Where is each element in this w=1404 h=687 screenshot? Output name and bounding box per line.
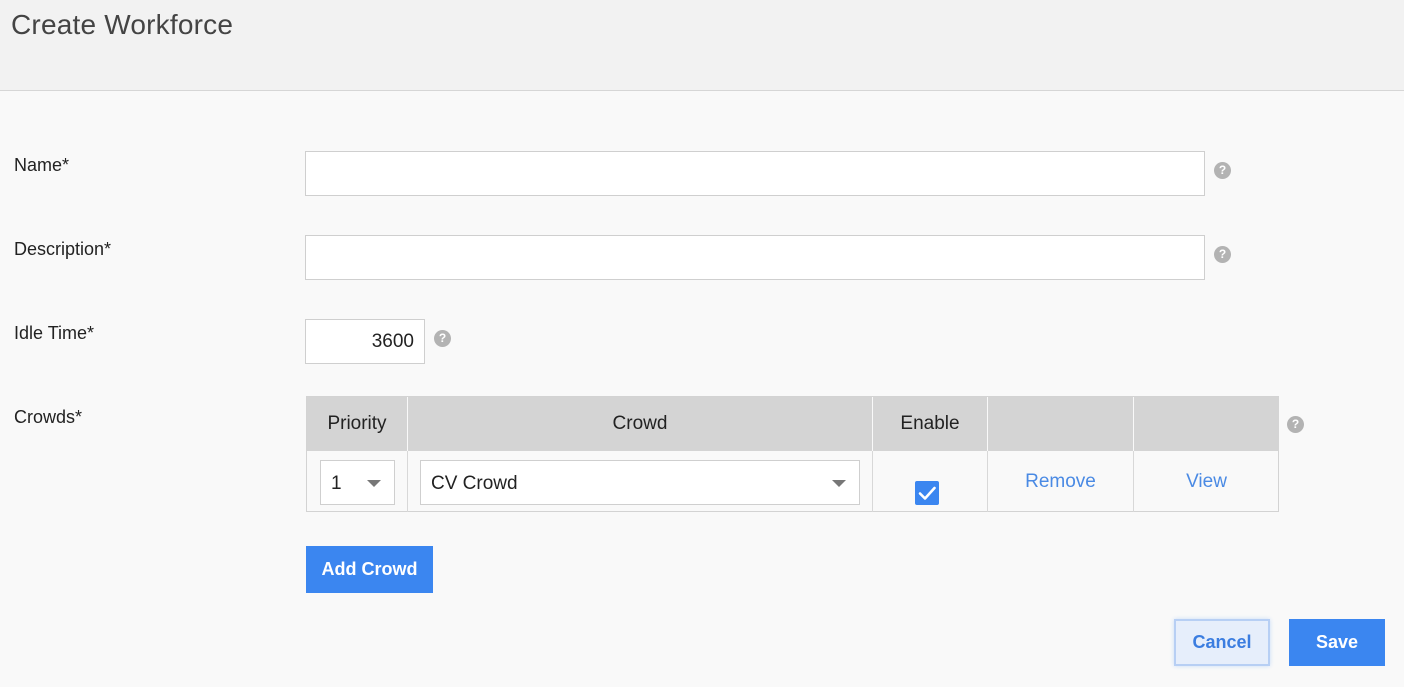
column-header-remove [988, 397, 1134, 451]
crowds-label: Crowds* [14, 407, 83, 427]
page-title: Create Workforce [11, 9, 234, 40]
enable-checkbox[interactable] [915, 481, 939, 505]
table-row-remove-cell: Remove [988, 451, 1134, 512]
idle-time-input[interactable] [305, 319, 425, 364]
table-row-crowd-cell: CV Crowd [408, 451, 873, 512]
table-row-priority-cell: 1 [307, 451, 408, 512]
remove-link[interactable]: Remove [988, 451, 1133, 512]
idle-time-help-icon[interactable]: ? [434, 330, 451, 347]
page-header: Create Workforce [0, 0, 1404, 91]
check-icon [918, 486, 936, 500]
idle-time-label: Idle Time* [14, 323, 95, 343]
crowd-value: CV Crowd [431, 473, 518, 494]
description-help-icon[interactable]: ? [1214, 246, 1231, 263]
name-label: Name* [14, 155, 70, 175]
name-help-icon[interactable]: ? [1214, 162, 1231, 179]
description-label: Description* [14, 239, 112, 259]
crowds-table: Priority Crowd Enable 1 CV Crowd Remove … [306, 396, 1279, 512]
table-row-enable-cell [873, 451, 988, 512]
chevron-down-icon [832, 480, 846, 487]
table-row-view-cell: View [1134, 451, 1279, 512]
chevron-down-icon [367, 480, 381, 487]
add-crowd-button[interactable]: Add Crowd [306, 546, 433, 593]
cancel-button[interactable]: Cancel [1174, 619, 1270, 666]
crowds-help-icon[interactable]: ? [1287, 416, 1304, 433]
view-link[interactable]: View [1134, 451, 1279, 512]
description-input[interactable] [305, 235, 1205, 280]
crowd-select[interactable]: CV Crowd [420, 460, 860, 505]
column-header-view [1134, 397, 1279, 451]
priority-select[interactable]: 1 [320, 460, 395, 505]
priority-value: 1 [331, 473, 342, 494]
column-header-enable: Enable [873, 397, 988, 451]
column-header-crowd: Crowd [408, 397, 873, 451]
column-header-priority: Priority [307, 397, 408, 451]
name-input[interactable] [305, 151, 1205, 196]
save-button[interactable]: Save [1289, 619, 1385, 666]
